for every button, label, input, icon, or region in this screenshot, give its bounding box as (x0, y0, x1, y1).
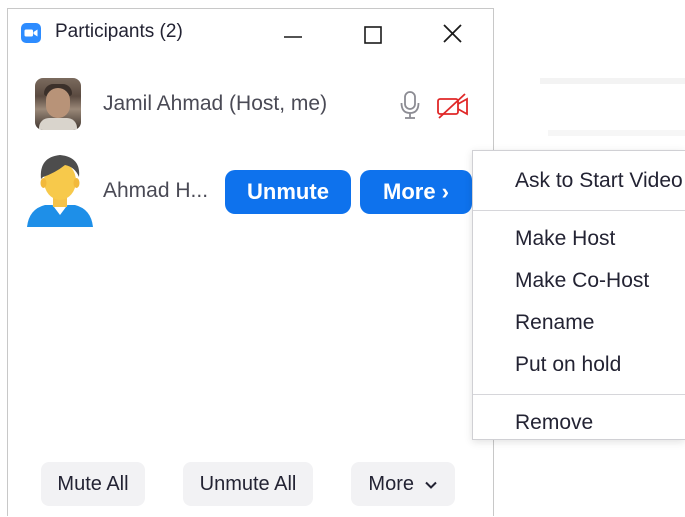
participant-context-menu: Ask to Start Video Make Host Make Co-Hos… (472, 150, 685, 440)
close-button[interactable] (430, 13, 476, 53)
mute-all-button[interactable]: Mute All (41, 462, 145, 506)
close-icon (443, 24, 462, 43)
maximize-button[interactable] (349, 13, 395, 53)
menu-item-remove[interactable]: Remove (515, 411, 593, 435)
participant-name: Jamil Ahmad (Host, me) (103, 92, 328, 115)
minimize-icon (284, 36, 302, 38)
more-label: More (383, 179, 436, 204)
chevron-down-icon (424, 481, 437, 489)
title-bar[interactable]: Participants (2) (8, 9, 493, 53)
chevron-right-icon: › (441, 179, 449, 204)
avatar (35, 78, 81, 130)
zoom-camera-icon (21, 23, 41, 43)
participant-row[interactable]: Jamil Ahmad (Host, me) (8, 73, 493, 133)
participant-row[interactable]: Ahmad H... Unmute More › (8, 151, 493, 227)
menu-item-ask-to-start-video[interactable]: Ask to Start Video (515, 169, 683, 193)
participants-toolbar: Mute All Unmute All More (8, 459, 493, 517)
maximize-icon (364, 26, 382, 44)
minimize-button[interactable] (270, 13, 316, 53)
menu-item-make-host[interactable]: Make Host (515, 227, 615, 251)
more-options-label: More (368, 473, 414, 495)
menu-divider (473, 210, 685, 211)
menu-item-make-co-host[interactable]: Make Co-Host (515, 269, 649, 293)
unmute-all-button[interactable]: Unmute All (183, 462, 313, 506)
participants-window: Participants (2) Jamil Ahmad (Host, me) (7, 8, 494, 516)
participant-name: Ahmad H... (103, 179, 209, 202)
unmute-button[interactable]: Unmute (225, 170, 351, 214)
more-options-button[interactable]: More (351, 462, 455, 506)
menu-divider (473, 394, 685, 395)
microphone-icon[interactable] (399, 90, 421, 120)
more-button[interactable]: More › (360, 170, 472, 214)
background-strip (548, 130, 685, 136)
avatar (27, 155, 93, 227)
video-off-icon[interactable] (436, 93, 470, 119)
background-strip (540, 78, 685, 84)
menu-item-put-on-hold[interactable]: Put on hold (515, 353, 621, 377)
menu-item-rename[interactable]: Rename (515, 311, 594, 335)
window-title: Participants (2) (55, 21, 183, 42)
